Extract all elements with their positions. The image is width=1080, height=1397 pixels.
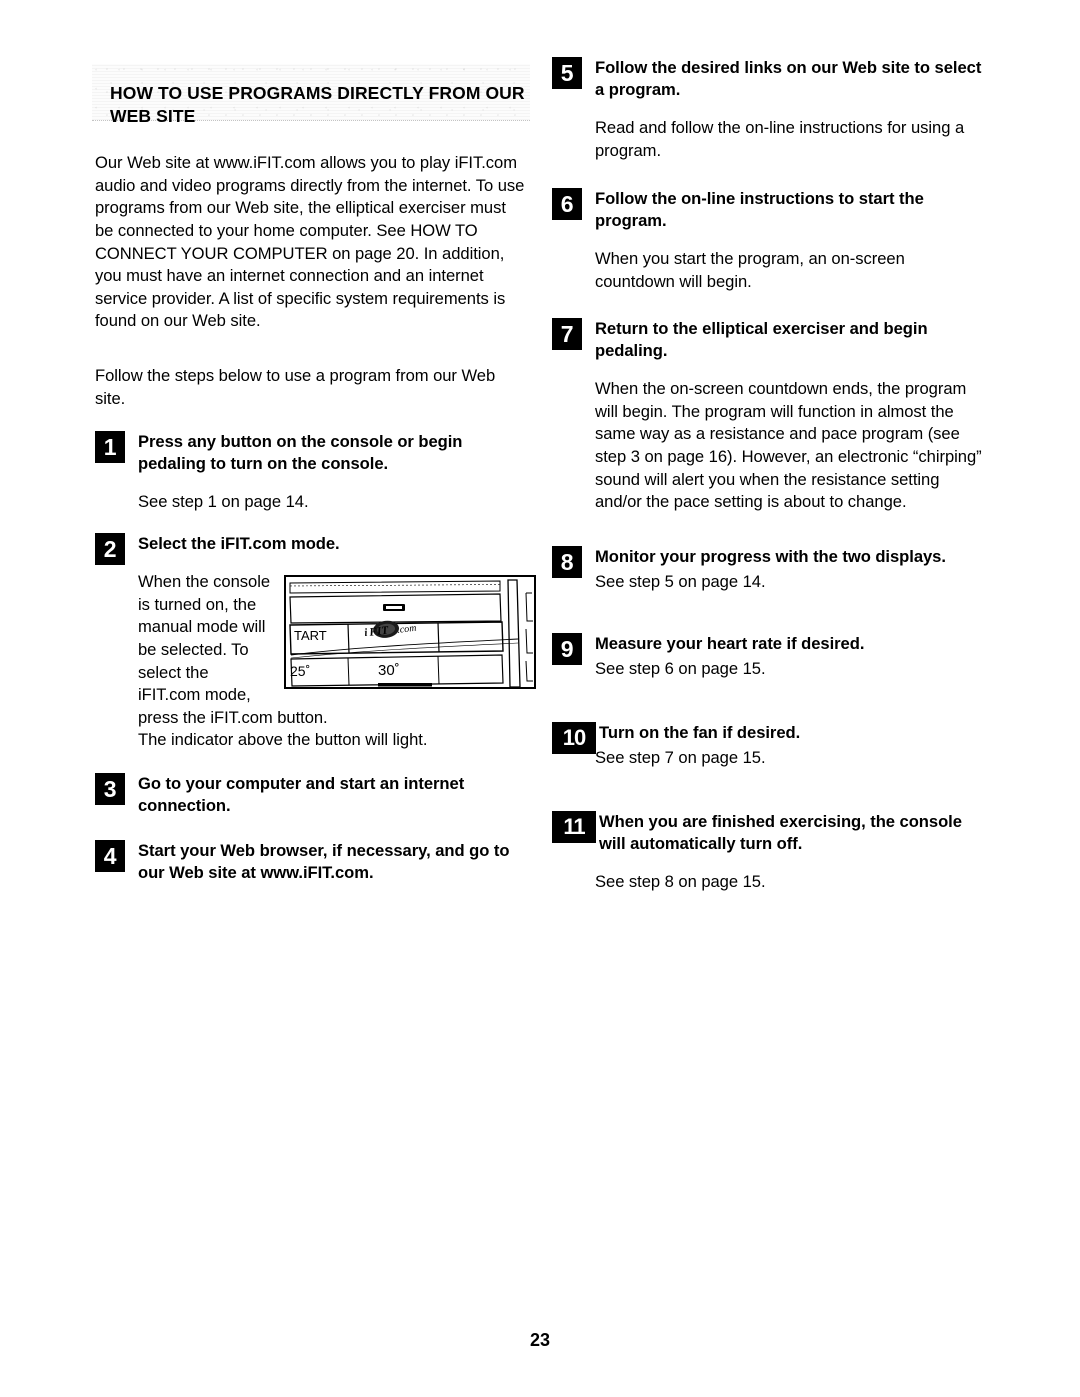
step-7-title: Return to the elliptical exerciser and b…	[595, 319, 928, 360]
step-3: 3 Go to your computer and start an inter…	[95, 773, 525, 816]
step-4: 4 Start your Web browser, if necessary, …	[95, 840, 532, 883]
step-4-title: Start your Web browser, if necessary, an…	[138, 841, 510, 882]
step-6-title: Follow the on-line instructions to start…	[595, 189, 924, 230]
step-5-body: Read and follow the on-line instructions…	[595, 118, 965, 160]
follow-steps-paragraph: Follow the steps below to use a program …	[95, 366, 496, 408]
step-9-body: See step 6 on page 15.	[595, 659, 766, 678]
step-7: 7 Return to the elliptical exerciser and…	[552, 318, 988, 514]
step-2-body-full: The indicator above the button will ligh…	[138, 730, 428, 750]
step-1-title: Press any button on the console or begin…	[138, 432, 463, 473]
step-11-title: When you are finished exercising, the co…	[599, 812, 962, 853]
figure-label-start: TART	[294, 628, 327, 643]
step-number-badge: 7	[552, 318, 582, 350]
step-11: 11 When you are finished exercising, the…	[552, 811, 989, 894]
figure-label-left-angle: 25˚	[290, 663, 310, 679]
svg-text:FIT: FIT	[368, 624, 390, 638]
step-6-body: When you start the program, an on-screen…	[595, 249, 905, 291]
step-number-badge: 6	[552, 188, 582, 220]
console-illustration-figure: TART i FIT .com 25˚ 30˚	[284, 575, 536, 689]
step-number-badge: 10	[552, 722, 596, 754]
step-number-badge: 5	[552, 57, 582, 89]
step-10: 10 Turn on the fan if desired. See step …	[552, 722, 982, 770]
step-number-badge: 3	[95, 773, 125, 805]
page-number: 23	[529, 1330, 551, 1350]
step-number-badge: 1	[95, 431, 125, 463]
step-1: 1 Press any button on the console or beg…	[95, 431, 525, 514]
step-number-badge: 4	[95, 840, 125, 872]
step-8-body: See step 5 on page 14.	[595, 572, 766, 591]
step-5: 5 Follow the desired links on our Web si…	[552, 57, 982, 162]
page-title: HOW TO USE PROGRAMS DIRECTLY FROM OUR WE…	[110, 82, 525, 126]
intro-paragraph: Our Web site at www.iFIT.com allows you …	[95, 153, 525, 331]
svg-text:.com: .com	[397, 623, 417, 636]
step-8: 8 Monitor your progress with the two dis…	[552, 546, 982, 594]
step-1-body: See step 1 on page 14.	[138, 492, 309, 512]
step-number-badge: 2	[95, 533, 125, 565]
step-11-body: See step 8 on page 15.	[595, 872, 766, 892]
figure-label-right-angle: 30˚	[378, 662, 400, 679]
step-number-badge: 9	[552, 633, 582, 665]
step-number-badge: 11	[552, 811, 596, 843]
step-9: 9 Measure your heart rate if desired. Se…	[552, 633, 982, 681]
step-7-body: When the on-screen countdown ends, the p…	[595, 379, 982, 512]
step-3-title: Go to your computer and start an interne…	[138, 774, 465, 815]
step-number-badge: 8	[552, 546, 582, 578]
manual-page: HOW TO USE PROGRAMS DIRECTLY FROM OUR WE…	[0, 0, 1080, 1397]
step-6: 6 Follow the on-line instructions to sta…	[552, 188, 982, 293]
step-10-body: See step 7 on page 15.	[595, 748, 766, 767]
step-5-title: Follow the desired links on our Web site…	[595, 58, 982, 99]
step-2-title: Select the iFIT.com mode.	[138, 534, 340, 553]
console-diagram: TART i FIT .com 25˚ 30˚	[284, 575, 536, 689]
step-2: 2 Select the iFIT.com mode. TART i FIT .…	[95, 533, 536, 752]
